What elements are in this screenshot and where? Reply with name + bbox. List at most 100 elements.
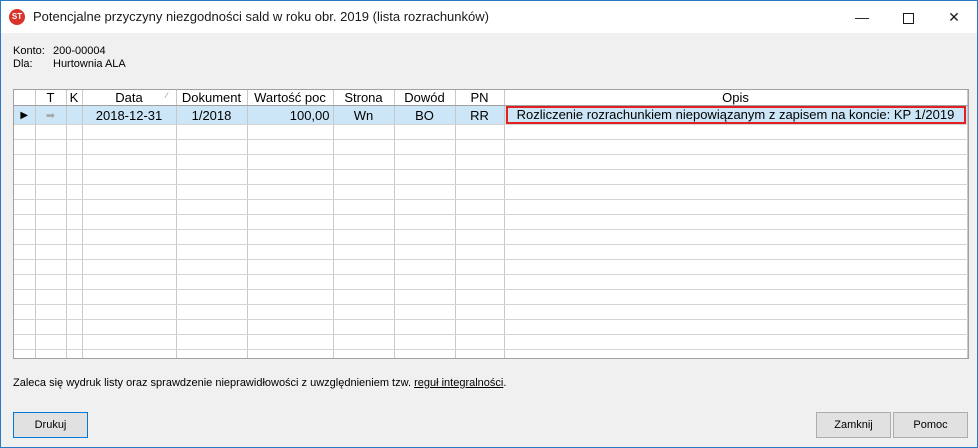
col-header-k[interactable]: K — [66, 90, 83, 106]
empty-cell — [247, 259, 334, 275]
empty-cell — [455, 274, 505, 290]
empty-cell — [333, 139, 395, 155]
close-window-button[interactable]: ✕ — [931, 1, 977, 33]
empty-cell — [333, 229, 395, 245]
empty-cell — [14, 259, 36, 275]
col-header-t[interactable]: T — [35, 90, 67, 106]
empty-cell — [333, 334, 395, 350]
empty-table-row[interactable] — [14, 334, 968, 350]
empty-cell — [455, 334, 505, 350]
empty-cell — [14, 229, 36, 245]
table-row[interactable]: ▶ ➡ 2018-12-31 1/2018 100,00 Wn BO RR Ro… — [14, 105, 968, 125]
empty-table-row[interactable] — [14, 304, 968, 320]
cell-dowod: BO — [394, 105, 456, 125]
title-bar: ST Potencjalne przyczyny niezgodności sa… — [1, 1, 977, 33]
empty-table-row[interactable] — [14, 259, 968, 275]
empty-cell — [247, 349, 334, 358]
empty-cell — [35, 274, 67, 290]
empty-cell — [333, 274, 395, 290]
empty-cell — [504, 139, 968, 155]
empty-cell — [333, 154, 395, 170]
empty-cell — [14, 319, 36, 335]
empty-table-row[interactable] — [14, 139, 968, 155]
empty-cell — [35, 199, 67, 215]
empty-cell — [455, 244, 505, 260]
empty-table-row[interactable] — [14, 319, 968, 335]
empty-cell — [333, 199, 395, 215]
empty-cell — [82, 214, 177, 230]
empty-cell — [176, 259, 248, 275]
col-header-strona[interactable]: Strona — [333, 90, 395, 106]
empty-cell — [82, 349, 177, 358]
empty-table-row[interactable] — [14, 214, 968, 230]
col-header-indicator — [14, 90, 36, 106]
grid-header-row: T K Data ∕ Dokument Wartość poc Strona Do… — [14, 90, 968, 106]
empty-cell — [504, 349, 968, 358]
empty-cell — [394, 259, 456, 275]
empty-cell — [455, 229, 505, 245]
empty-cell — [333, 289, 395, 305]
minimize-button[interactable]: — — [839, 1, 885, 33]
empty-cell — [394, 349, 456, 358]
empty-table-row[interactable] — [14, 229, 968, 245]
empty-cell — [35, 304, 67, 320]
empty-cell — [247, 124, 334, 140]
empty-cell — [35, 229, 67, 245]
empty-table-row[interactable] — [14, 184, 968, 200]
empty-cell — [176, 229, 248, 245]
settlements-grid[interactable]: T K Data ∕ Dokument Wartość poc Strona Do… — [13, 89, 969, 359]
note-text: Zaleca się wydruk listy oraz sprawdzenie… — [13, 377, 412, 389]
empty-table-row[interactable] — [14, 289, 968, 305]
empty-table-row[interactable] — [14, 199, 968, 215]
empty-cell — [82, 169, 177, 185]
window-title: Potencjalne przyczyny niezgodności sald … — [33, 9, 489, 24]
col-header-dowod[interactable]: Dowód — [394, 90, 456, 106]
empty-cell — [14, 154, 36, 170]
empty-cell — [247, 319, 334, 335]
empty-cell — [394, 304, 456, 320]
empty-table-row[interactable] — [14, 154, 968, 170]
empty-cell — [247, 169, 334, 185]
empty-table-row[interactable] — [14, 274, 968, 290]
close-button[interactable]: Zamknij — [816, 412, 891, 438]
empty-cell — [455, 259, 505, 275]
empty-cell — [394, 214, 456, 230]
integrity-rules-link[interactable]: reguł integralności — [414, 377, 503, 389]
empty-cell — [14, 199, 36, 215]
empty-cell — [394, 199, 456, 215]
empty-cell — [455, 139, 505, 155]
empty-cell — [333, 169, 395, 185]
empty-cell — [82, 289, 177, 305]
empty-table-row[interactable] — [14, 124, 968, 140]
empty-table-row[interactable] — [14, 244, 968, 260]
empty-cell — [176, 289, 248, 305]
cell-wartosc: 100,00 — [247, 105, 334, 125]
col-header-wartosc[interactable]: Wartość poc — [247, 90, 334, 106]
empty-cell — [14, 214, 36, 230]
empty-cell — [394, 244, 456, 260]
empty-table-row[interactable] — [14, 169, 968, 185]
col-header-dokument[interactable]: Dokument — [176, 90, 248, 106]
col-header-pn[interactable]: PN — [455, 90, 505, 106]
empty-cell — [504, 169, 968, 185]
col-header-data[interactable]: Data ∕ — [82, 90, 177, 106]
empty-cell — [394, 289, 456, 305]
maximize-button[interactable] — [885, 1, 931, 33]
empty-cell — [394, 274, 456, 290]
empty-cell — [35, 349, 67, 358]
cell-k — [66, 105, 83, 125]
empty-cell — [82, 184, 177, 200]
help-button[interactable]: Pomoc — [893, 412, 968, 438]
empty-cell — [394, 169, 456, 185]
empty-cell — [14, 244, 36, 260]
empty-cell — [333, 244, 395, 260]
col-header-opis[interactable]: Opis — [504, 90, 968, 106]
empty-cell — [176, 139, 248, 155]
empty-cell — [394, 319, 456, 335]
print-button[interactable]: Drukuj — [13, 412, 88, 438]
konto-value: 200-00004 — [53, 45, 106, 57]
empty-cell — [82, 229, 177, 245]
empty-cell — [176, 304, 248, 320]
empty-cell — [504, 304, 968, 320]
empty-table-row[interactable] — [14, 349, 968, 358]
